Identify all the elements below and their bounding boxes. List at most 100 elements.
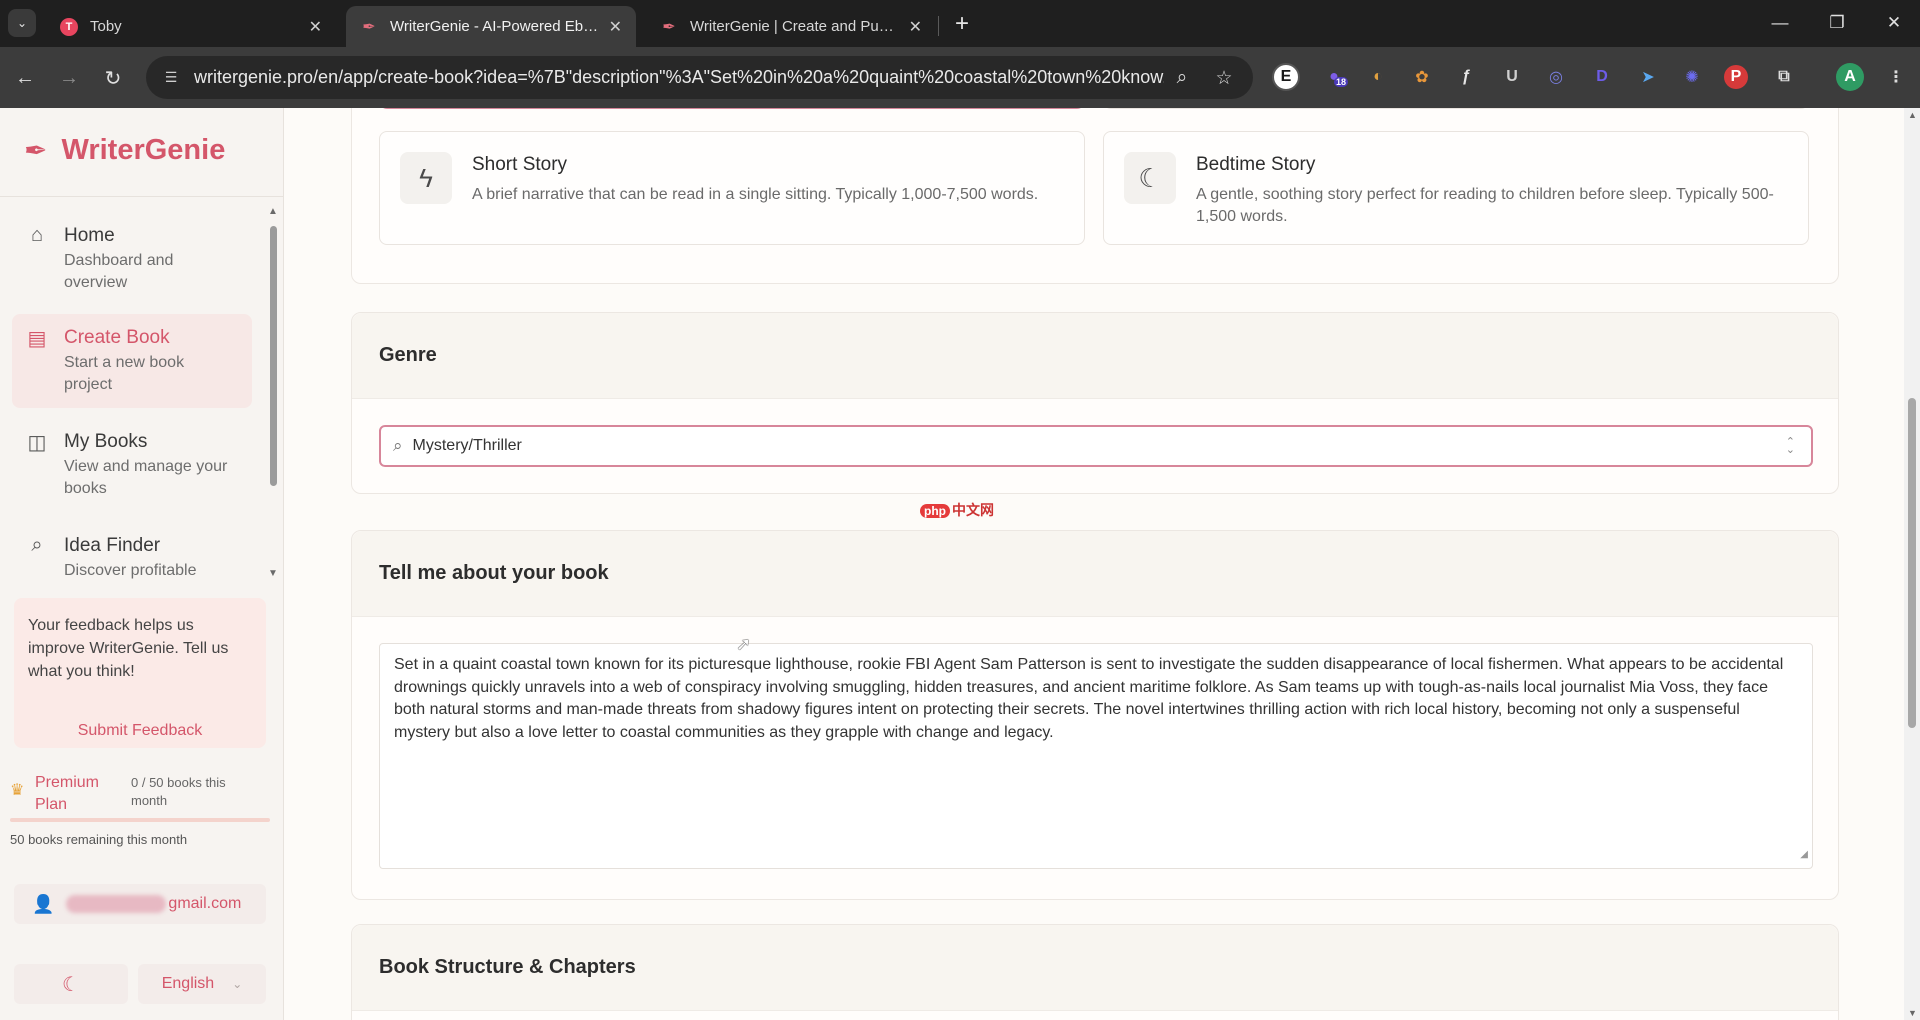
book-structure-heading: Book Structure & Chapters — [352, 925, 1838, 1011]
browser-tabstrip: ⌄ T Toby ✕ ✒ WriterGenie - AI-Powered Eb… — [0, 0, 1920, 47]
extension-d-icon[interactable]: D — [1588, 63, 1616, 91]
window-close-button[interactable]: ✕ — [1874, 8, 1914, 38]
watermark: php 中文网 — [920, 500, 994, 520]
tab-title: WriterGenie | Create and Publish — [690, 18, 899, 35]
sidebar-item-my-books[interactable]: ◫ My Books View and manage your books — [12, 418, 252, 512]
reload-button[interactable]: ↻ — [98, 63, 128, 93]
brand-logo[interactable]: ✒ WriterGenie — [24, 134, 225, 167]
mouse-cursor-icon: ➚ — [736, 634, 752, 654]
brand-name: WriterGenie — [61, 134, 226, 166]
sidebar-scrollbar[interactable]: ▲ ▼ — [268, 204, 278, 580]
extension-badge-icon[interactable]: ● 18 — [1320, 63, 1349, 91]
book-structure-card: Book Structure & Chapters — [351, 924, 1839, 1020]
sidebar-item-desc: Discover profitable — [64, 562, 197, 579]
search-icon: ⌕ — [31, 534, 43, 556]
about-book-card: Tell me about your book Set in a quaint … — [351, 530, 1839, 900]
scrollbar-thumb[interactable] — [1908, 398, 1916, 728]
extension-e-icon[interactable]: E — [1272, 63, 1300, 91]
tab-separator — [938, 16, 939, 36]
sidebar-item-home[interactable]: ⌂ Home Dashboard and overview — [12, 212, 252, 306]
browser-toolbar: ← → ↻ ☰ writergenie.pro/en/app/create-bo… — [0, 47, 1920, 108]
watermark-text: 中文网 — [952, 502, 994, 518]
sidebar: ✒ WriterGenie ⌂ Home Dashboard and overv… — [0, 108, 284, 1020]
forward-button[interactable]: → — [54, 63, 84, 93]
book-type-short-story[interactable]: ϟ Short Story A brief narrative that can… — [379, 131, 1085, 245]
extension-gear-icon[interactable]: ✺ — [1678, 63, 1706, 91]
extension-orange-icon[interactable]: ◐ — [1364, 63, 1392, 91]
browser-menu-icon[interactable]: ⋮ — [1882, 63, 1910, 91]
extension-badge-count: 18 — [1334, 77, 1349, 87]
close-icon[interactable]: ✕ — [309, 17, 322, 37]
extensions-puzzle-icon[interactable]: ⧉ — [1770, 63, 1798, 91]
moon-icon: ☾ — [62, 973, 80, 996]
scroll-down-icon[interactable]: ▼ — [1908, 1008, 1917, 1018]
minimize-button[interactable]: — — [1760, 8, 1800, 38]
resize-handle-icon[interactable]: ◢ — [1800, 844, 1808, 867]
book-type-bedtime-story[interactable]: ☾ Bedtime Story A gentle, soothing story… — [1103, 131, 1809, 245]
scroll-up-icon[interactable]: ▲ — [1908, 110, 1917, 120]
new-tab-button[interactable]: + — [948, 10, 976, 38]
tab-writergenie-publish[interactable]: ✒ WriterGenie | Create and Publish ✕ — [646, 6, 936, 47]
home-icon: ⌂ — [30, 224, 44, 246]
book-description-textarea[interactable]: Set in a quaint coastal town known for i… — [379, 643, 1813, 869]
genre-select[interactable]: ⌕ Mystery/Thriller ⌃ ⌄ — [379, 425, 1813, 467]
sidebar-item-title: Home — [64, 225, 115, 246]
theme-toggle-button[interactable]: ☾ — [14, 964, 128, 1004]
extension-cookie-icon[interactable]: ✿ — [1408, 63, 1436, 91]
sidebar-item-desc: Start a new book project — [64, 354, 185, 393]
scroll-down-icon[interactable]: ▼ — [268, 568, 278, 579]
sidebar-item-idea-finder[interactable]: ⌕ Idea Finder Discover profitable — [12, 522, 252, 594]
back-button[interactable]: ← — [10, 63, 40, 93]
language-value: English — [161, 975, 215, 992]
tab-writergenie-ebook[interactable]: ✒ WriterGenie - AI-Powered Ebook ✕ — [346, 6, 636, 47]
crown-icon: ♛ — [10, 782, 25, 799]
tab-title: Toby — [90, 18, 122, 35]
close-icon[interactable]: ✕ — [609, 17, 622, 37]
user-icon: 👤 — [32, 893, 55, 914]
extension-pinterest-icon[interactable]: P — [1724, 65, 1748, 89]
sidebar-item-desc: View and manage your books — [64, 458, 228, 497]
page-scrollbar[interactable]: ▲ ▼ — [1904, 108, 1920, 1020]
quill-icon: ✒ — [362, 18, 376, 36]
sidebar-item-create-book[interactable]: ▤ Create Book Start a new book project — [12, 314, 252, 408]
submit-feedback-button[interactable]: Submit Feedback — [14, 722, 266, 740]
profile-avatar[interactable]: A — [1836, 63, 1864, 91]
extension-send-icon[interactable]: ➤ — [1634, 63, 1662, 91]
restore-button[interactable]: ❐ — [1817, 8, 1857, 38]
moon-icon: ☾ — [1124, 152, 1176, 204]
book-type-title: Bedtime Story — [1196, 154, 1316, 175]
tab-toby[interactable]: T Toby ✕ — [46, 6, 336, 47]
search-icon: ⌕ — [393, 436, 403, 455]
scroll-up-icon[interactable]: ▲ — [268, 206, 278, 217]
book-type-option-selected[interactable] — [379, 108, 1085, 109]
open-book-icon: ◫ — [27, 432, 47, 454]
quill-icon: ✒ — [662, 18, 676, 36]
book-description-text: Set in a quaint coastal town known for i… — [394, 656, 1784, 741]
extension-chat-icon[interactable]: ◎ — [1542, 63, 1570, 91]
zoom-icon[interactable]: ⌕ — [1170, 66, 1194, 90]
extension-fx-icon[interactable]: ƒ — [1452, 63, 1480, 91]
site-settings-icon[interactable]: ☰ — [160, 67, 182, 89]
plan-remaining: 50 books remaining this month — [10, 832, 188, 847]
genre-value: Mystery/Thriller — [412, 437, 522, 454]
user-account[interactable]: 👤 gmail.com — [14, 884, 266, 924]
address-bar[interactable]: ☰ writergenie.pro/en/app/create-book?ide… — [146, 56, 1253, 99]
plan-usage-bar — [10, 818, 270, 822]
book-icon: ▤ — [27, 328, 47, 350]
toby-icon: T — [60, 17, 78, 36]
divider — [0, 196, 284, 197]
watermark-badge: php — [920, 504, 950, 518]
tab-title: WriterGenie - AI-Powered Ebook — [390, 18, 599, 35]
chevron-down-icon: ⌄ — [232, 977, 243, 991]
bookmark-star-icon[interactable]: ☆ — [1212, 66, 1236, 90]
book-type-option[interactable] — [1103, 108, 1809, 109]
close-icon[interactable]: ✕ — [909, 17, 922, 37]
url-text[interactable]: writergenie.pro/en/app/create-book?idea=… — [194, 67, 1164, 88]
scrollbar-thumb[interactable] — [270, 226, 277, 486]
tab-search-button[interactable]: ⌄ — [8, 9, 36, 37]
book-type-desc: A brief narrative that can be read in a … — [472, 186, 1039, 203]
extension-u-icon[interactable]: U — [1498, 63, 1526, 91]
book-type-desc: A gentle, soothing story perfect for rea… — [1196, 186, 1774, 225]
sidebar-item-title: Idea Finder — [64, 535, 161, 556]
language-select[interactable]: English ⌄ — [138, 964, 266, 1004]
